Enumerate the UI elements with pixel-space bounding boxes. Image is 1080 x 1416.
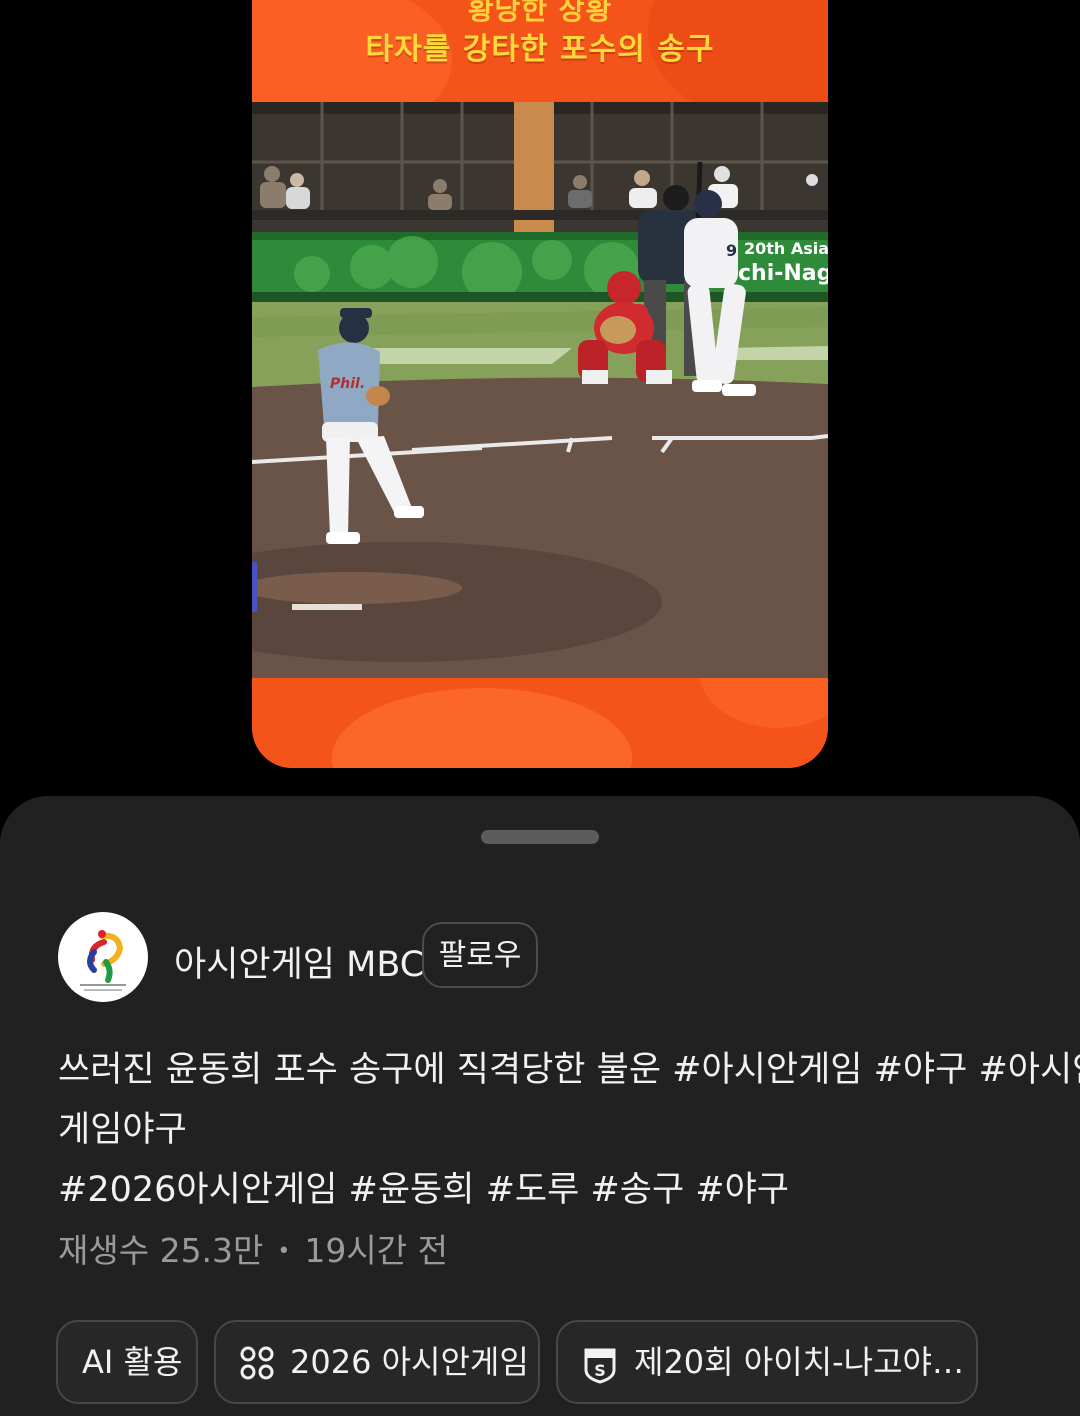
follow-button[interactable]: 팔로우: [422, 922, 538, 988]
chip-label: 제20회 아이치-나고야…: [634, 1343, 964, 1381]
chip-aichi-nagoya[interactable]: S 제20회 아이치-나고야…: [556, 1320, 978, 1404]
grid-icon: [240, 1346, 274, 1380]
description-line: 쓰러진 윤동희 포수 송구에 직격당한 불운 #아시안게임 #야구 #아시안: [58, 1050, 1080, 1090]
chip-ai-usage[interactable]: AI 활용: [56, 1320, 198, 1404]
short-video-player[interactable]: 황당한 상황 타자를 강타한 포수의 송구 20th Asia chi-Nag …: [252, 0, 828, 768]
chip-label: AI 활용: [82, 1343, 183, 1381]
svg-text:Phil.: Phil.: [330, 376, 365, 392]
video-meta: 재생수 25.3만 • 19시간 전: [58, 1224, 448, 1272]
banner-text-2: chi-Nag: [738, 261, 828, 286]
channel-row: 아시안게임 MBC 팔로우: [58, 912, 1018, 1002]
chip-row: AI 활용 2026 아시안게임 S 제20회 아이치-나고야…: [56, 1320, 1080, 1406]
banner-text-1: 20th Asia: [744, 239, 828, 258]
baseball-scene: 20th Asia chi-Nag 9 Phil.: [252, 102, 828, 678]
drag-handle[interactable]: [481, 830, 599, 844]
meta-separator: •: [277, 1239, 291, 1264]
video-headline: 타자를 강타한 포수의 송구: [365, 32, 715, 67]
svg-text:9: 9: [726, 241, 737, 260]
channel-name[interactable]: 아시안게임 MBC: [174, 936, 424, 987]
chip-label: 2026 아시안게임: [290, 1343, 529, 1381]
svg-text:S: S: [594, 1361, 606, 1380]
background-shape: [332, 688, 632, 768]
chip-asian-games-2026[interactable]: 2026 아시안게임: [214, 1320, 540, 1404]
shield-s-icon: S: [584, 1348, 616, 1384]
upload-time: 19시간 전: [304, 1231, 448, 1270]
video-info-sheet: 아시안게임 MBC 팔로우 쓰러진 윤동희 포수 송구에 직격당한 불운 #아시…: [0, 796, 1080, 1416]
description-line: 게임야구: [58, 1110, 187, 1150]
view-count: 재생수 25.3만: [58, 1231, 264, 1270]
video-frame[interactable]: 20th Asia chi-Nag 9 Phil.: [252, 102, 828, 678]
asian-games-logo-icon[interactable]: [58, 912, 148, 1002]
video-description[interactable]: 쓰러진 윤동희 포수 송구에 직격당한 불운 #아시안게임 #야구 #아시안 게…: [58, 1040, 1080, 1220]
description-line: #2026아시안게임 #윤동희 #도루 #송구 #야구: [58, 1170, 790, 1210]
